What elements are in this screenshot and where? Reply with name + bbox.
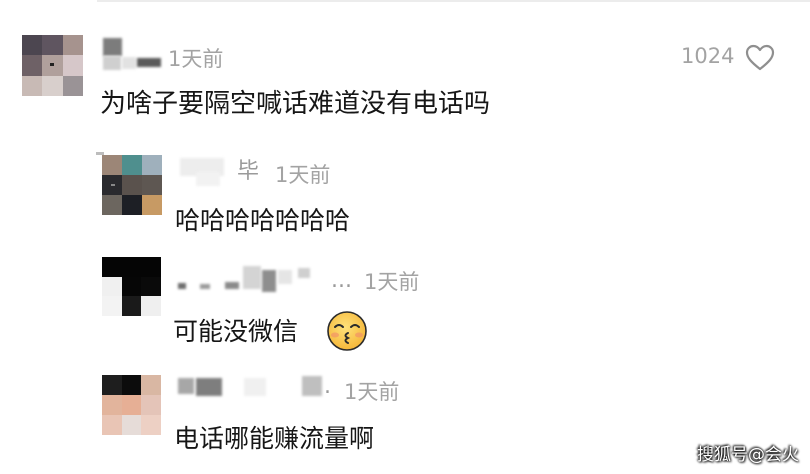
reply-time: 1天前: [275, 163, 331, 187]
reply-time: 1天前: [344, 380, 400, 404]
reply-text: 可能没微信: [173, 317, 299, 346]
reply-name-visible: 毕: [237, 159, 260, 184]
comment-time: 1天前: [168, 47, 224, 71]
reply-avatar[interactable]: [102, 257, 161, 316]
reply-name-visible: .: [324, 374, 331, 399]
reply-time: 1天前: [364, 270, 420, 294]
reply-text: 哈哈哈哈哈哈哈: [175, 206, 351, 235]
like-count: 1024: [681, 44, 735, 68]
top-divider: [97, 0, 810, 2]
avatar[interactable]: [22, 35, 83, 96]
reply-avatar[interactable]: [102, 155, 162, 215]
reply-avatar[interactable]: [102, 375, 161, 435]
heart-outline-icon[interactable]: [745, 44, 775, 71]
watermark: 搜狐号@会火: [697, 445, 799, 465]
kissing-face-emoji-icon: [327, 311, 367, 351]
comment-text: 为啥子要隔空喊话难道没有电话吗: [100, 89, 491, 119]
reply-text: 电话哪能赚流量啊: [174, 424, 375, 453]
reply-name-visible: ...: [331, 268, 352, 293]
